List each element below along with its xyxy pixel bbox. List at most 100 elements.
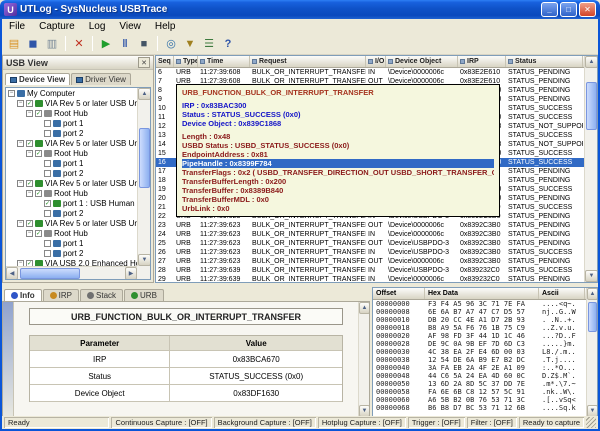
tab-urb[interactable]: URB	[124, 289, 164, 301]
pause-capture-icon[interactable]: ‖	[116, 35, 134, 53]
filter-icon[interactable]: ▼	[181, 35, 199, 53]
column-header-type[interactable]: Type	[174, 56, 198, 67]
tree-checkbox[interactable]: ✓	[35, 150, 42, 157]
collapse-icon[interactable]: −	[26, 190, 33, 197]
capture-row[interactable]: 24URB11:27:39:623BULK_OR_INTERRUPT_TRANS…	[156, 230, 584, 239]
tree-item[interactable]: port 1	[6, 118, 137, 128]
scroll-up-icon[interactable]: ▲	[138, 88, 151, 100]
tree-item[interactable]: −✓VIA Rev 5 or later USB Universal Host …	[6, 178, 137, 188]
column-header-i-o[interactable]: I/O	[366, 56, 386, 67]
minimize-button[interactable]: _	[541, 2, 558, 17]
tab-stack[interactable]: Stack	[80, 289, 123, 301]
tree-checkbox[interactable]: ✓	[26, 100, 33, 107]
tree-item[interactable]: −✓Root Hub	[6, 188, 137, 198]
hex-scroll-up-icon[interactable]: ▲	[587, 288, 598, 300]
collapse-icon[interactable]: −	[26, 230, 33, 237]
tree-checkbox[interactable]: ✓	[26, 220, 33, 227]
collapse-icon[interactable]: −	[17, 100, 24, 107]
title-bar[interactable]: U UTLog - SysNucleus USBTrace _□✕	[0, 0, 600, 19]
find-icon[interactable]: ◎	[162, 35, 180, 53]
tree-item[interactable]: port 1	[6, 238, 137, 248]
tree-item[interactable]: −✓Root Hub	[6, 148, 137, 158]
clear-log-icon[interactable]: ✕	[70, 35, 88, 53]
tree-item[interactable]: port 2	[6, 208, 137, 218]
collapse-icon[interactable]: −	[17, 180, 24, 187]
start-capture-icon[interactable]: ▶	[97, 35, 115, 53]
capture-row[interactable]: 6URB11:27:39:608BULK_OR_INTERRUPT_TRANSF…	[156, 68, 584, 77]
column-header-device-object[interactable]: Device Object	[386, 56, 458, 67]
tree-hscroll-thumb[interactable]	[20, 268, 80, 279]
tab-irp[interactable]: IRP	[43, 289, 79, 301]
menu-capture[interactable]: Capture	[32, 21, 82, 32]
collapse-icon[interactable]: −	[17, 140, 24, 147]
tree-checkbox[interactable]	[44, 240, 51, 247]
tree-item[interactable]: −✓Root Hub	[6, 108, 137, 118]
tree-checkbox[interactable]: ✓	[26, 180, 33, 187]
tree-checkbox[interactable]	[44, 160, 51, 167]
capture-row[interactable]: 25URB11:27:39:623BULK_OR_INTERRUPT_TRANS…	[156, 239, 584, 248]
column-header-time[interactable]: Time	[198, 56, 250, 67]
tree-vertical-scrollbar[interactable]: ▲ ▼	[137, 88, 150, 266]
tree-item[interactable]: −✓VIA Rev 5 or later USB Universal Host …	[6, 138, 137, 148]
hex-col-ascii[interactable]: Ascii	[539, 288, 585, 299]
menu-view[interactable]: View	[112, 21, 148, 32]
column-header-status[interactable]: Status	[506, 56, 583, 67]
capture-row[interactable]: 23URB11:27:39:623BULK_OR_INTERRUPT_TRANS…	[156, 221, 584, 230]
resize-grip[interactable]	[586, 417, 596, 428]
collapse-icon[interactable]: −	[26, 110, 33, 117]
tree-item[interactable]: −✓VIA Rev 5 or later USB Universal Host …	[6, 218, 137, 228]
column-header-irp[interactable]: IRP	[458, 56, 506, 67]
tree-item[interactable]: port 2	[6, 128, 137, 138]
device-tree-icon[interactable]: ☰	[200, 35, 218, 53]
tree-checkbox[interactable]	[44, 130, 51, 137]
tree-checkbox[interactable]	[44, 170, 51, 177]
tree-item[interactable]: −✓VIA USB 2.0 Enhanced Host Controller	[6, 258, 137, 266]
scroll-down-icon[interactable]: ▼	[138, 254, 151, 266]
tree-checkbox[interactable]	[44, 120, 51, 127]
collapse-icon[interactable]: −	[26, 150, 33, 157]
menu-log[interactable]: Log	[82, 21, 113, 32]
tree-item[interactable]: port 2	[6, 168, 137, 178]
tree-checkbox[interactable]	[44, 210, 51, 217]
open-capture-file-icon[interactable]: ▤	[5, 35, 23, 53]
tab-device-view[interactable]: Device View	[5, 73, 70, 85]
list-scroll-down-icon[interactable]: ▼	[585, 270, 598, 282]
maximize-button[interactable]: □	[560, 2, 577, 17]
hex-scrollbar[interactable]: ▲ ▼	[586, 288, 597, 417]
tree-checkbox[interactable]: ✓	[44, 200, 51, 207]
capture-row[interactable]: 27URB11:27:39:623BULK_OR_INTERRUPT_TRANS…	[156, 257, 584, 266]
usb-view-close-button[interactable]: ✕	[138, 57, 150, 68]
menu-help[interactable]: Help	[148, 21, 183, 32]
detail-scrollbar[interactable]: ▲ ▼	[358, 302, 369, 417]
help-icon[interactable]: ?	[219, 35, 237, 53]
scroll-right-icon[interactable]: ▶	[125, 267, 137, 280]
column-header-seq[interactable]: Seq	[156, 56, 174, 67]
collapse-icon[interactable]: −	[8, 90, 15, 97]
detail-scroll-up-icon[interactable]: ▲	[359, 302, 370, 314]
menu-file[interactable]: File	[2, 21, 32, 32]
close-button[interactable]: ✕	[579, 2, 596, 17]
capture-row[interactable]: 28URB11:27:39:639BULK_OR_INTERRUPT_TRANS…	[156, 266, 584, 275]
hex-col-hex-data[interactable]: Hex Data	[425, 288, 539, 299]
tree-item[interactable]: −✓VIA Rev 5 or later USB Universal Host …	[6, 98, 137, 108]
tab-info[interactable]: Info	[4, 289, 42, 301]
tree-checkbox[interactable]: ✓	[35, 190, 42, 197]
tree-scroll-thumb[interactable]	[139, 128, 150, 188]
tree-item[interactable]: −✓Root Hub	[6, 228, 137, 238]
column-header-request[interactable]: Request	[250, 56, 366, 67]
export-log-icon[interactable]: ▥	[43, 35, 61, 53]
list-scroll-thumb[interactable]	[586, 82, 597, 130]
capture-row[interactable]: 26URB11:27:39:623BULK_OR_INTERRUPT_TRANS…	[156, 248, 584, 257]
tab-driver-view[interactable]: Driver View	[71, 73, 131, 85]
list-vertical-scrollbar[interactable]: ▲ ▼	[584, 56, 597, 282]
tree-checkbox[interactable]: ✓	[35, 110, 42, 117]
tree-item[interactable]: port 1	[6, 158, 137, 168]
scroll-left-icon[interactable]: ◀	[6, 267, 18, 280]
tree-checkbox[interactable]: ✓	[26, 140, 33, 147]
tree-checkbox[interactable]	[44, 250, 51, 257]
capture-row[interactable]: 29URB11:27:39:639BULK_OR_INTERRUPT_TRANS…	[156, 275, 584, 282]
tree-item[interactable]: −My Computer	[6, 88, 137, 98]
stop-capture-icon[interactable]: ■	[135, 35, 153, 53]
tree-checkbox[interactable]: ✓	[35, 230, 42, 237]
save-log-icon[interactable]: ◼	[24, 35, 42, 53]
